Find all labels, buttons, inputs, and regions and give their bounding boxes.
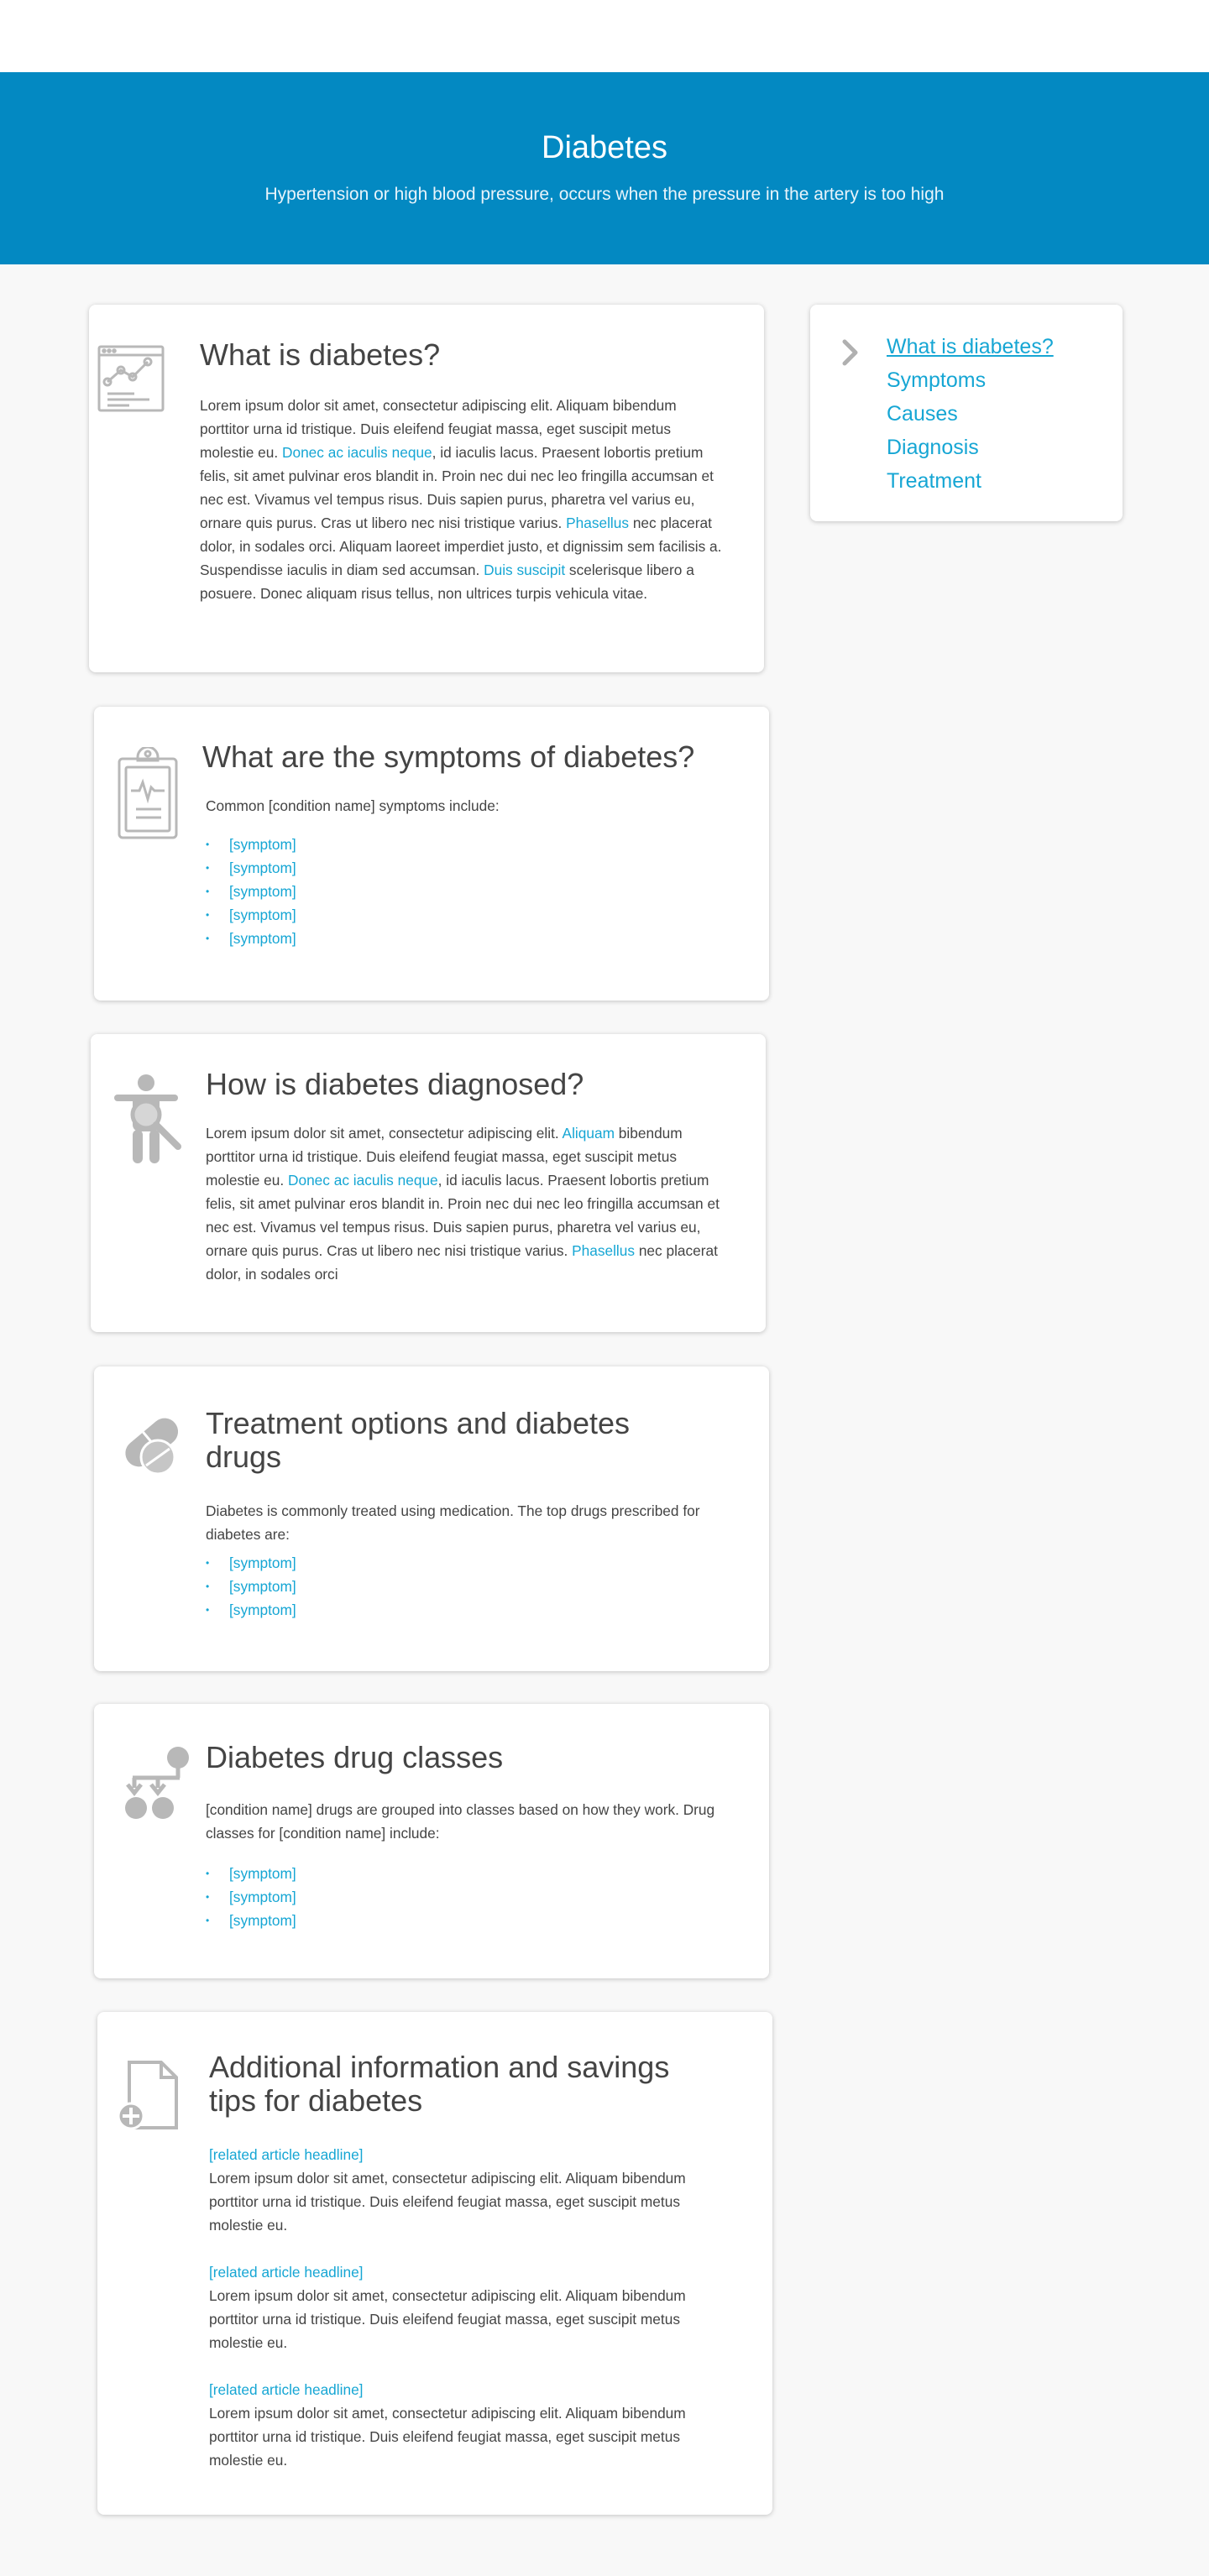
toc-link-treatment[interactable]: Treatment <box>887 464 1054 498</box>
symptoms-heading: What are the symptoms of diabetes? <box>202 739 695 774</box>
symptoms-list: [symptom] [symptom] [symptom] [symptom] … <box>206 833 740 950</box>
toc-link-causes[interactable]: Causes <box>887 397 1054 431</box>
list-item[interactable]: [symptom] <box>206 1551 676 1575</box>
page-subtitle: Hypertension or high blood pressure, occ… <box>264 184 945 204</box>
list-item[interactable]: [symptom] <box>206 856 740 880</box>
list-item[interactable]: [symptom] <box>206 1575 676 1598</box>
inline-link[interactable]: Phasellus <box>566 515 629 531</box>
toc-link-what-is[interactable]: What is diabetes? <box>887 330 1054 363</box>
inline-link[interactable]: Aliquam <box>563 1125 615 1142</box>
inline-link[interactable]: Duis suscipit <box>484 562 565 578</box>
top-bar <box>0 0 1209 72</box>
clipboard-icon <box>116 745 180 845</box>
related-article: [related article headline] Lorem ipsum d… <box>209 2378 721 2472</box>
list-item[interactable]: [symptom] <box>206 1862 735 1885</box>
related-article-body: Lorem ipsum dolor sit amet, consectetur … <box>209 2287 686 2351</box>
inline-link[interactable]: Phasellus <box>572 1242 635 1259</box>
chevron-right-icon <box>840 338 861 371</box>
flowchart-icon <box>124 1746 191 1826</box>
related-article-body: Lorem ipsum dolor sit amet, consectetur … <box>209 2170 686 2234</box>
list-item[interactable]: [symptom] <box>206 927 740 950</box>
toc-link-symptoms[interactable]: Symptoms <box>887 363 1054 397</box>
related-article-body: Lorem ipsum dolor sit amet, consectetur … <box>209 2405 686 2469</box>
treatment-heading: Treatment options and diabetes drugs <box>206 1406 630 1474</box>
what-is-paragraph: Lorem ipsum dolor sit amet, consectetur … <box>200 397 722 602</box>
drug-classes-intro: [condition name] drugs are grouped into … <box>206 1801 715 1842</box>
list-item[interactable]: [symptom] <box>206 1598 676 1622</box>
drug-classes-heading: Diabetes drug classes <box>206 1740 504 1774</box>
what-is-card: What is diabetes? Lorem ipsum dolor sit … <box>89 305 764 672</box>
related-article-link[interactable]: [related article headline] <box>209 2378 721 2401</box>
hero-banner: Diabetes Hypertension or high blood pres… <box>0 72 1209 264</box>
document-plus-icon <box>117 2059 185 2135</box>
list-item[interactable]: [symptom] <box>206 1885 735 1909</box>
chart-window-icon <box>96 343 166 418</box>
related-article-link[interactable]: [related article headline] <box>209 2260 721 2284</box>
related-article-link[interactable]: [related article headline] <box>209 2143 721 2166</box>
drug-classes-list: [symptom] [symptom] [symptom] <box>206 1862 735 1932</box>
list-item[interactable]: [symptom] <box>206 833 740 856</box>
symptoms-card: What are the symptoms of diabetes? Commo… <box>94 707 769 1001</box>
pills-icon <box>119 1410 186 1481</box>
diagnosis-card: How is diabetes diagnosed? Lorem ipsum d… <box>91 1034 766 1332</box>
additional-heading: Additional information and savings tips … <box>209 2050 670 2118</box>
person-magnifier-icon <box>109 1074 190 1171</box>
treatment-card: Treatment options and diabetes drugs Dia… <box>94 1366 769 1671</box>
toc-link-diagnosis[interactable]: Diagnosis <box>887 431 1054 464</box>
list-item[interactable]: [symptom] <box>206 903 740 927</box>
list-item[interactable]: [symptom] <box>206 1909 735 1932</box>
related-article: [related article headline] Lorem ipsum d… <box>209 2260 721 2354</box>
table-of-contents: What is diabetes? Symptoms Causes Diagno… <box>810 305 1123 521</box>
what-is-heading: What is diabetes? <box>200 337 441 372</box>
additional-info-card: Additional information and savings tips … <box>97 2012 772 2515</box>
inline-link[interactable]: Donec ac iaculis neque <box>282 444 432 461</box>
diagnosis-paragraph: Lorem ipsum dolor sit amet, consectetur … <box>206 1125 720 1283</box>
drug-classes-card: Diabetes drug classes [condition name] d… <box>94 1704 769 1978</box>
diagnosis-heading: How is diabetes diagnosed? <box>206 1067 584 1101</box>
inline-link[interactable]: Donec ac iaculis neque <box>288 1172 438 1189</box>
list-item[interactable]: [symptom] <box>206 880 740 903</box>
symptoms-intro: Common [condition name] symptoms include… <box>206 797 500 814</box>
treatment-list: [symptom] [symptom] [symptom] <box>206 1551 676 1622</box>
page-title: Diabetes <box>542 130 667 165</box>
treatment-intro: Diabetes is commonly treated using medic… <box>206 1502 700 1543</box>
related-article: [related article headline] Lorem ipsum d… <box>209 2143 721 2237</box>
